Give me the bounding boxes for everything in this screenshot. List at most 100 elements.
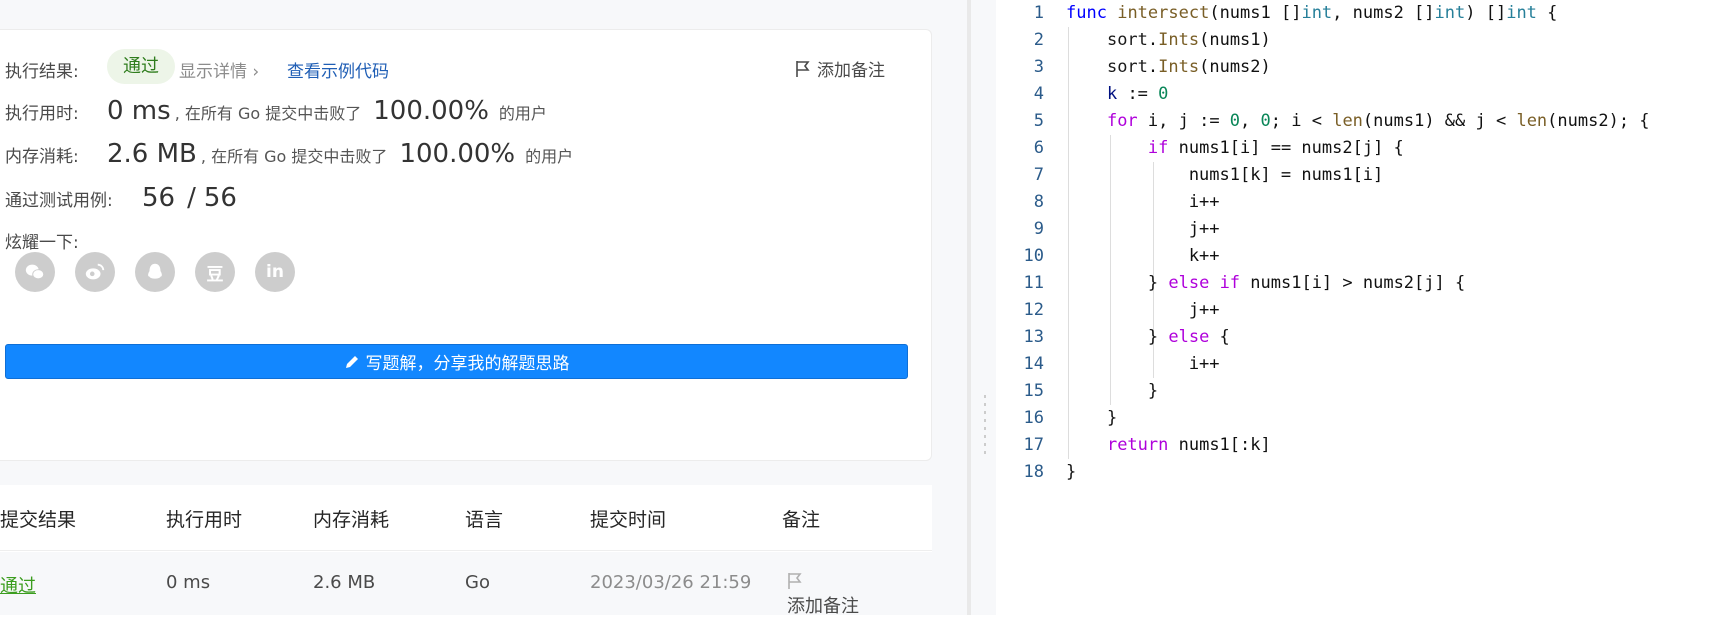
memory-percent: 100.00%: [399, 139, 516, 169]
write-solution-label: 写题解，分享我的解题思路: [365, 354, 570, 374]
header-submit-time: 提交时间: [590, 509, 667, 531]
line-number: 10: [1023, 246, 1044, 266]
code-line[interactable]: 2 sort.Ints(nums1): [996, 27, 1732, 54]
code-text: if nums1[i] == nums2[j] {: [1147, 138, 1404, 158]
testcases-passed: 56: [142, 183, 176, 213]
result-card: 执行结果: 通过 显示详情 › 查看示例代码 添加备注 执行用时: 0 ms ,…: [0, 29, 932, 461]
result-panel: 执行结果: 通过 显示详情 › 查看示例代码 添加备注 执行用时: 0 ms ,…: [0, 0, 960, 617]
flag-icon: [796, 60, 810, 77]
share-label: 炫耀一下:: [5, 233, 79, 253]
line-number: 6: [1033, 138, 1044, 158]
code-editor[interactable]: 1 func intersect(nums1 []int, nums2 []int…: [996, 0, 1732, 615]
testcases-row: 通过测试用例: 56 / 56: [5, 183, 241, 213]
memory-label: 内存消耗:: [5, 147, 79, 167]
code-line[interactable]: 7 nums1[k] = nums1[i]: [996, 162, 1732, 189]
code-line[interactable]: 4 k := 0: [996, 81, 1732, 108]
status-badge: 通过: [107, 49, 175, 84]
code-line[interactable]: 8 i++: [996, 189, 1732, 216]
code-text: nums1[k] = nums1[i]: [1066, 165, 1384, 185]
wechat-icon[interactable]: [15, 252, 55, 292]
line-number: 14: [1023, 354, 1044, 374]
line-number: 15: [1023, 381, 1044, 401]
code-text: sort.Ints(nums2): [1106, 57, 1271, 77]
line-number: 11: [1023, 273, 1044, 293]
code-line[interactable]: 17 return nums1[:k]: [996, 432, 1732, 459]
header-result: 提交结果: [0, 509, 77, 531]
runtime-row: 执行用时: 0 ms , 在所有 Go 提交中击败了 100.00% 的用户: [5, 96, 547, 126]
code-text: return nums1[:k]: [1106, 435, 1271, 455]
code-text: for i, j := 0, 0; i < len(nums1) && j < …: [1106, 111, 1650, 131]
submission-add-note[interactable]: 添加备注: [787, 572, 859, 617]
line-number: 1: [1033, 3, 1044, 23]
submission-memory: 2.6 MB: [313, 572, 376, 593]
memory-value: 2.6 MB: [107, 139, 197, 169]
line-number: 7: [1033, 165, 1044, 185]
table-row[interactable]: 通过 0 ms 2.6 MB Go 2023/03/26 21:59 添加备注: [0, 552, 932, 617]
view-sample-code-link[interactable]: 查看示例代码: [287, 57, 389, 82]
submission-time: 2023/03/26 21:59: [590, 572, 752, 593]
code-line[interactable]: 12 j++: [996, 297, 1732, 324]
memory-beat-text: , 在所有 Go 提交中击败了: [200, 147, 388, 166]
code-text: j++: [1066, 300, 1220, 320]
testcases-total: 56: [203, 183, 237, 213]
code-line[interactable]: 11 } else if nums1[i] > nums2[j] {: [996, 270, 1732, 297]
code-line[interactable]: 15 }: [996, 378, 1732, 405]
runtime-percent: 100.00%: [373, 96, 489, 126]
write-solution-button[interactable]: 写题解，分享我的解题思路: [5, 344, 908, 379]
submissions-table: 提交结果 执行用时 内存消耗 语言 提交时间 备注 通过 0 ms 2.6 MB…: [0, 485, 932, 617]
add-note-button[interactable]: 添加备注: [795, 56, 885, 81]
line-number: 18: [1023, 462, 1044, 482]
result-label: 执行结果:: [5, 62, 79, 82]
resizer-grip[interactable]: [984, 395, 986, 459]
panel-resizer[interactable]: [960, 0, 996, 615]
code-line[interactable]: 5 for i, j := 0, 0; i < len(nums1) && j …: [996, 108, 1732, 135]
code-line[interactable]: 10 k++: [996, 243, 1732, 270]
header-memory: 内存消耗: [313, 509, 390, 531]
code-text: } else {: [1066, 327, 1230, 347]
code-text: i++: [1066, 354, 1220, 374]
line-number: 9: [1033, 219, 1044, 239]
show-details-link[interactable]: 显示详情 ›: [179, 57, 259, 82]
submission-language: Go: [465, 572, 490, 593]
code-text: }: [1066, 462, 1077, 482]
header-note: 备注: [782, 509, 821, 531]
runtime-label: 执行用时:: [5, 104, 79, 124]
code-text: sort.Ints(nums1): [1106, 30, 1271, 50]
code-line[interactable]: 1 func intersect(nums1 []int, nums2 []int…: [996, 0, 1732, 27]
line-number: 17: [1023, 435, 1044, 455]
runtime-beat-text: , 在所有 Go 提交中击败了: [174, 104, 362, 123]
testcases-label: 通过测试用例:: [5, 191, 113, 211]
resizer-bar: [967, 0, 971, 615]
code-line[interactable]: 14 i++: [996, 351, 1732, 378]
line-number: 4: [1033, 84, 1044, 104]
line-number: 5: [1033, 111, 1044, 131]
douban-icon[interactable]: 豆: [195, 252, 235, 292]
memory-row: 内存消耗: 2.6 MB , 在所有 Go 提交中击败了 100.00% 的用户: [5, 139, 573, 169]
code-text: k++: [1066, 246, 1220, 266]
code-line[interactable]: 18}: [996, 459, 1732, 486]
header-runtime: 执行用时: [166, 509, 243, 531]
linkedin-icon[interactable]: in: [255, 252, 295, 292]
code-line[interactable]: 13 } else {: [996, 324, 1732, 351]
line-number: 16: [1023, 408, 1044, 428]
code-text: }: [1066, 381, 1159, 401]
code-line[interactable]: 3 sort.Ints(nums2): [996, 54, 1732, 81]
runtime-suffix: 的用户: [498, 104, 547, 123]
code-line[interactable]: 16 }: [996, 405, 1732, 432]
code-text: k := 0: [1106, 84, 1169, 104]
submission-result-link[interactable]: 通过: [0, 572, 36, 598]
memory-suffix: 的用户: [525, 147, 574, 166]
code-line[interactable]: 9 j++: [996, 216, 1732, 243]
code-text: func intersect(nums1 []int, nums2 []int)…: [1066, 3, 1558, 23]
testcases-separator: /: [187, 183, 196, 213]
line-number: 2: [1033, 30, 1044, 50]
line-number: 8: [1033, 192, 1044, 212]
line-number: 12: [1023, 300, 1044, 320]
code-text: i++: [1066, 192, 1220, 212]
code-text: }: [1066, 408, 1118, 428]
line-number: 3: [1033, 57, 1044, 77]
submission-runtime: 0 ms: [166, 572, 211, 593]
weibo-icon[interactable]: [75, 252, 115, 292]
qq-icon[interactable]: [135, 252, 175, 292]
code-line[interactable]: 6 if nums1[i] == nums2[j] {: [996, 135, 1732, 162]
